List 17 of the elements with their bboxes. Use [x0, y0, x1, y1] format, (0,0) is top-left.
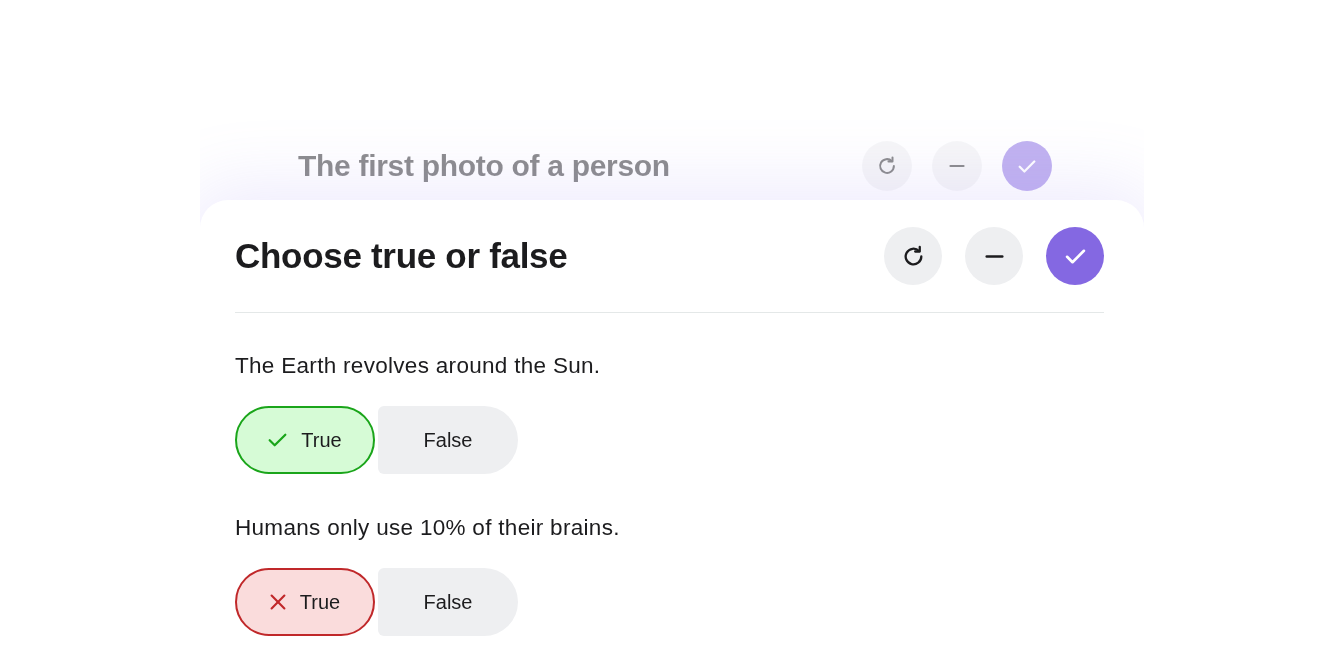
card-title: Choose true or false: [235, 236, 568, 276]
check-icon: [1064, 248, 1086, 264]
refresh-icon: [876, 155, 898, 177]
question-text: Humans only use 10% of their brains.: [235, 514, 621, 542]
answer-option[interactable]: True: [235, 568, 375, 636]
minus-icon: [949, 164, 965, 168]
card-title: The first photo of a person: [298, 149, 670, 183]
cross-icon: [269, 594, 286, 610]
check-icon: [1018, 159, 1036, 173]
answer-option[interactable]: False: [378, 568, 518, 636]
confirm-button[interactable]: [1002, 141, 1052, 191]
answer-option[interactable]: True: [235, 406, 375, 474]
question-text: The Earth revolves around the Sun.: [235, 352, 602, 380]
confirm-button[interactable]: [1046, 227, 1104, 285]
check-icon: [268, 433, 288, 447]
answer-option[interactable]: False: [378, 406, 518, 474]
minus-icon: [984, 253, 1004, 259]
